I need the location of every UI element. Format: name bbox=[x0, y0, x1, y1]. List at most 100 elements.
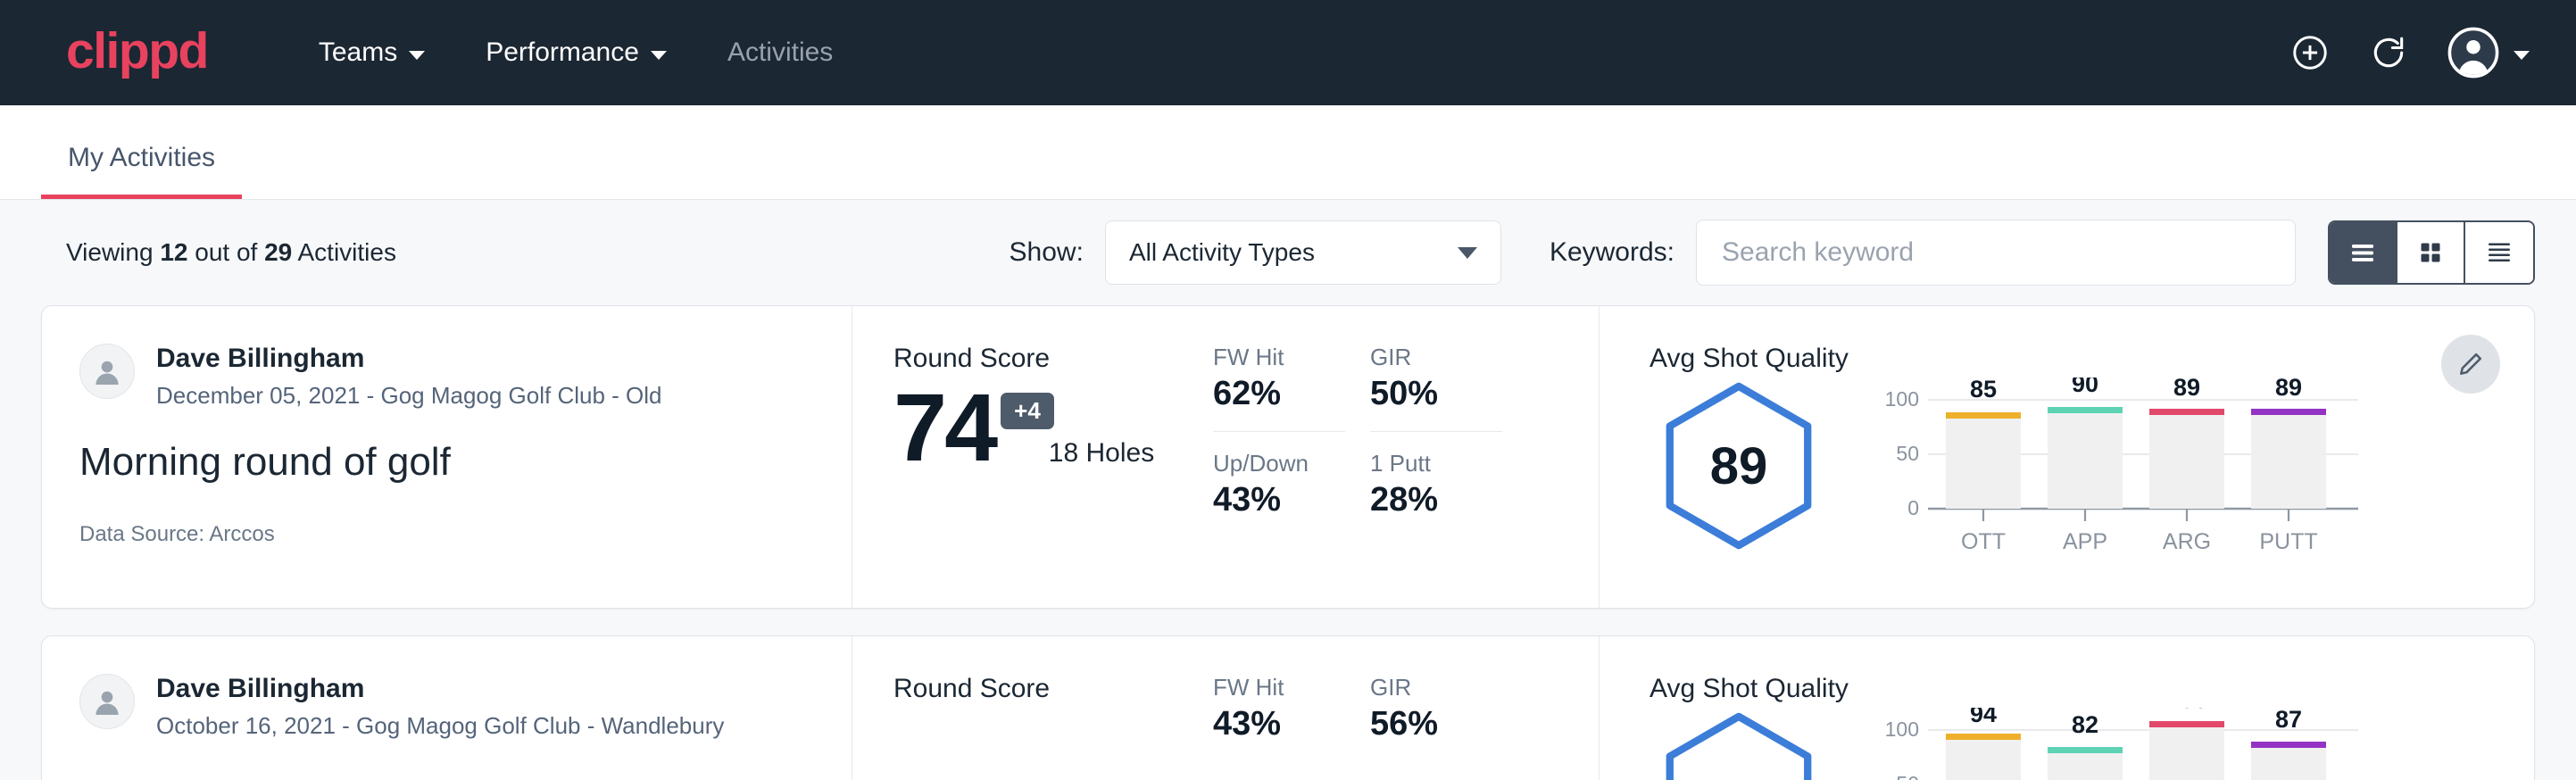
ytick-0: 0 bbox=[1907, 496, 1919, 519]
list-view-button[interactable] bbox=[2330, 222, 2397, 283]
edit-activity-button[interactable] bbox=[2441, 335, 2500, 394]
chevron-down-icon bbox=[409, 51, 425, 60]
fw-hit-label: FW Hit bbox=[1213, 344, 1370, 371]
round-score-label: Round Score bbox=[893, 674, 1213, 704]
avg-shot-quality-value: 89 bbox=[1649, 378, 1828, 554]
gir-label: GIR bbox=[1370, 674, 1527, 701]
top-navigation-bar: clippd Teams Performance Activities bbox=[0, 0, 2576, 105]
plus-circle-icon[interactable] bbox=[2290, 33, 2330, 72]
activity-list: Dave Billingham December 05, 2021 - Gog … bbox=[0, 305, 2576, 780]
bar-value-app: 90 bbox=[2072, 378, 2098, 397]
stat-group-left: FW Hit 43% bbox=[1213, 674, 1370, 780]
quality-hexagon bbox=[1649, 708, 1828, 780]
bar-value-ott: 85 bbox=[1970, 378, 1997, 402]
bar-label-putt: PUTT bbox=[2259, 529, 2317, 554]
stat-group-left: FW Hit 62% Up/Down 43% bbox=[1213, 344, 1370, 608]
stats-section: FW Hit 43% GIR 56% bbox=[1213, 636, 1599, 780]
keywords-label: Keywords: bbox=[1550, 237, 1674, 268]
grid-view-button[interactable] bbox=[2397, 222, 2465, 283]
bar-value-app: 82 bbox=[2072, 711, 2098, 738]
chevron-down-icon bbox=[651, 51, 667, 60]
nav-actions bbox=[2290, 27, 2530, 79]
shot-quality-bar-chart: 100 50 0 94 OTT 82 bbox=[1869, 708, 2369, 780]
viewing-suffix: Activities bbox=[292, 238, 396, 266]
nav-item-teams[interactable]: Teams bbox=[288, 37, 455, 68]
nav-item-activities[interactable]: Activities bbox=[697, 37, 863, 68]
one-putt-label: 1 Putt bbox=[1370, 450, 1527, 477]
activity-data-source: Data Source: Arccos bbox=[79, 522, 809, 547]
bar-chart-svg: 100 50 0 85 OTT bbox=[1869, 378, 2369, 565]
tab-my-activities[interactable]: My Activities bbox=[41, 143, 242, 199]
nav-item-performance-label: Performance bbox=[486, 37, 639, 68]
list-view-icon bbox=[2347, 236, 2379, 269]
viewing-mid: out of bbox=[187, 238, 264, 266]
bar-label-ott: OTT bbox=[1961, 529, 2006, 554]
nav-item-activities-label: Activities bbox=[727, 37, 833, 68]
tab-bar: My Activities bbox=[0, 105, 2576, 200]
activity-title: Morning round of golf bbox=[79, 440, 809, 485]
quality-hexagon: 89 bbox=[1649, 378, 1828, 554]
search-input[interactable] bbox=[1696, 220, 2296, 286]
author-text-block: Dave Billingham October 16, 2021 - Gog M… bbox=[156, 674, 724, 740]
fw-hit-value: 43% bbox=[1213, 705, 1370, 743]
avg-shot-quality-value bbox=[1649, 708, 1828, 780]
detail-view-button[interactable] bbox=[2465, 222, 2533, 283]
quality-body: 89 100 50 0 85 bbox=[1649, 378, 2534, 569]
primary-nav: Teams Performance Activities bbox=[288, 37, 863, 68]
round-score-value: 74 bbox=[893, 379, 995, 476]
nav-item-performance[interactable]: Performance bbox=[455, 37, 697, 68]
avg-shot-quality-label: Avg Shot Quality bbox=[1649, 674, 2534, 704]
activity-summary: Dave Billingham October 16, 2021 - Gog M… bbox=[42, 636, 852, 780]
updown-label: Up/Down bbox=[1213, 450, 1370, 477]
chevron-down-icon bbox=[1458, 247, 1477, 259]
avatar-icon bbox=[2447, 27, 2499, 79]
round-score-label: Round Score bbox=[893, 344, 1213, 374]
bar-value-arg: 89 bbox=[2173, 378, 2200, 401]
bar-chart-svg: 100 50 0 94 OTT 82 bbox=[1869, 708, 2369, 780]
shot-quality-bar-chart: 100 50 0 85 OTT bbox=[1869, 378, 2369, 569]
data-source-value: Arccos bbox=[209, 522, 274, 546]
bar-label-arg: ARG bbox=[2163, 529, 2211, 554]
round-score-section: Round Score bbox=[852, 636, 1213, 780]
activity-card[interactable]: Dave Billingham December 05, 2021 - Gog … bbox=[41, 305, 2535, 609]
ytick-50: 50 bbox=[1896, 442, 1919, 465]
viewing-prefix: Viewing bbox=[66, 238, 160, 266]
pencil-icon bbox=[2456, 350, 2485, 378]
author-name: Dave Billingham bbox=[156, 344, 662, 375]
avatar bbox=[79, 674, 135, 729]
nav-item-teams-label: Teams bbox=[319, 37, 397, 68]
viewing-total: 29 bbox=[264, 238, 292, 266]
user-menu[interactable] bbox=[2447, 27, 2530, 79]
activity-author: Dave Billingham December 05, 2021 - Gog … bbox=[79, 344, 809, 410]
round-score-section: Round Score 74 +4 18 Holes bbox=[852, 306, 1213, 608]
bar-value-ott: 94 bbox=[1970, 708, 1997, 727]
activity-meta: October 16, 2021 - Gog Magog Golf Club -… bbox=[156, 712, 724, 740]
activity-type-select[interactable]: All Activity Types bbox=[1105, 220, 1501, 285]
show-label: Show: bbox=[1010, 237, 1084, 268]
gir-value: 56% bbox=[1370, 705, 1527, 743]
quality-body: 100 50 0 94 OTT 82 bbox=[1649, 708, 2534, 780]
author-name: Dave Billingham bbox=[156, 674, 724, 705]
activities-toolbar: Viewing 12 out of 29 Activities Show: Al… bbox=[0, 200, 2576, 305]
gir-label: GIR bbox=[1370, 344, 1527, 371]
refresh-icon[interactable] bbox=[2369, 33, 2408, 72]
bar-value-arg: 106 bbox=[2166, 708, 2206, 713]
clippd-logo[interactable]: clippd bbox=[66, 26, 208, 77]
divider bbox=[1370, 431, 1502, 432]
viewing-count: 12 bbox=[160, 238, 187, 266]
holes-label: 18 Holes bbox=[1049, 438, 1154, 469]
activity-meta: December 05, 2021 - Gog Magog Golf Club … bbox=[156, 382, 662, 410]
detail-view-icon bbox=[2483, 236, 2515, 269]
ytick-100: 100 bbox=[1885, 718, 1919, 741]
round-score-row: 74 +4 18 Holes bbox=[893, 379, 1213, 476]
avg-shot-quality-section: Avg Shot Quality 100 50 0 bbox=[1599, 636, 2534, 780]
view-mode-toggle bbox=[2328, 220, 2535, 285]
divider bbox=[1213, 431, 1345, 432]
bar-value-putt: 89 bbox=[2275, 378, 2302, 401]
activity-summary: Dave Billingham December 05, 2021 - Gog … bbox=[42, 306, 852, 608]
grid-view-icon bbox=[2414, 236, 2447, 269]
stat-group-right: GIR 50% 1 Putt 28% bbox=[1370, 344, 1527, 608]
activity-card[interactable]: Dave Billingham October 16, 2021 - Gog M… bbox=[41, 635, 2535, 780]
fw-hit-value: 62% bbox=[1213, 375, 1370, 413]
stat-group-right: GIR 56% bbox=[1370, 674, 1527, 780]
